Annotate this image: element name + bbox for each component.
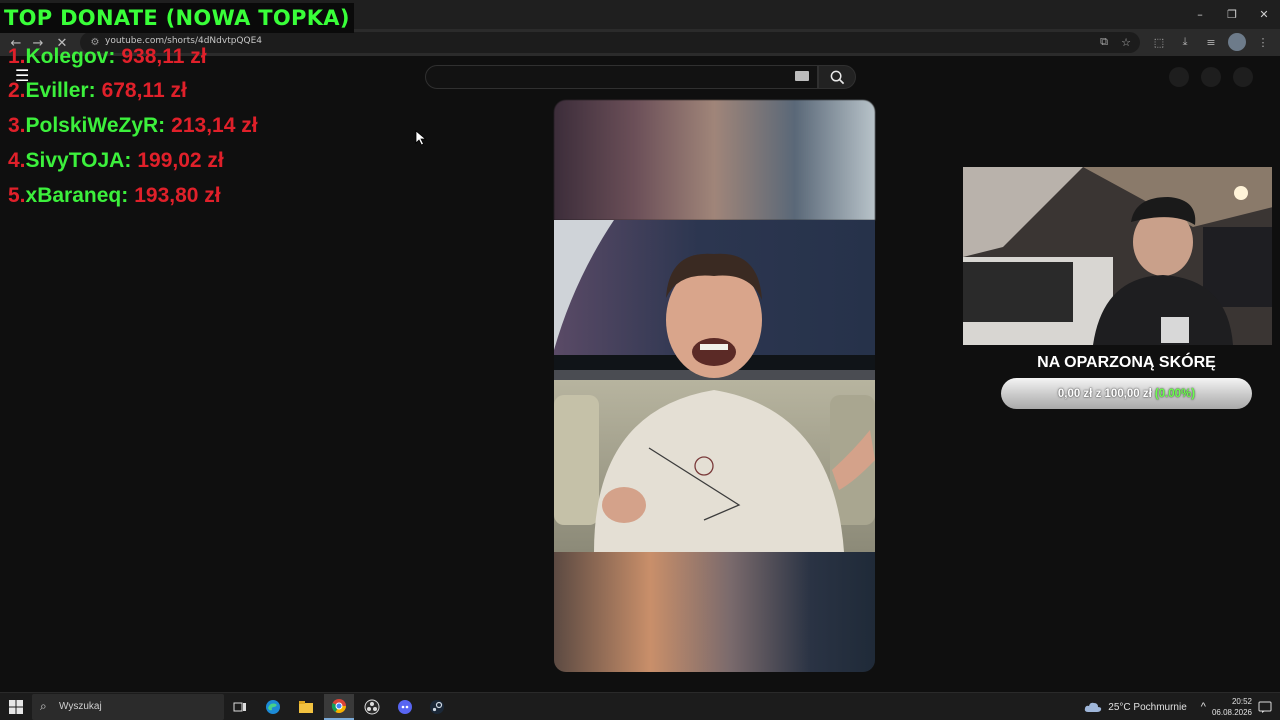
- next-short-thumbnail[interactable]: [554, 552, 875, 672]
- cloud-weather-icon[interactable]: [1084, 701, 1102, 713]
- menu-kebab-icon[interactable]: ⋮: [1254, 33, 1272, 51]
- file-explorer-icon[interactable]: [291, 694, 321, 720]
- omnibox-actions: ⧉ ☆: [1096, 34, 1134, 50]
- search-button[interactable]: [818, 65, 856, 89]
- donor-name: Eviller: [25, 79, 89, 102]
- bookmark-star-icon[interactable]: ☆: [1118, 34, 1134, 50]
- search-icon: ⌕: [40, 699, 47, 713]
- top-donate-title: TOP DONATE (NOWA TOPKA): [0, 3, 354, 33]
- donor-amount: 213,14 zł: [171, 114, 258, 137]
- donor-amount: 199,02 zł: [137, 149, 224, 172]
- donor-separator: :: [108, 45, 116, 68]
- donor-name: PolskiWeZyR: [25, 114, 159, 137]
- donor-rank: 2.: [8, 79, 26, 102]
- install-app-icon[interactable]: ⧉: [1096, 34, 1112, 50]
- system-tray: 25°C Pochmurnie ^ 20:52 06.08.2026: [1084, 693, 1272, 720]
- page-scrollbar[interactable]: [1272, 56, 1280, 692]
- progress-text: 0,00 zł z 100,00 zł: [1057, 387, 1152, 400]
- donor-name: xBaraneq: [25, 184, 122, 207]
- taskbar-search-box[interactable]: ⌕ Wyszukaj: [32, 694, 224, 720]
- address-bar[interactable]: ⚙ youtube.com/shorts/4dNdvtpQQE4 ⧉ ☆: [80, 32, 1140, 53]
- discord-icon[interactable]: [390, 694, 420, 720]
- search-input[interactable]: [425, 65, 818, 89]
- toolbar-actions: ⬚ ⤓ ≡ ⋮: [1150, 33, 1272, 51]
- task-view-icon[interactable]: [225, 694, 255, 720]
- taskbar-search-placeholder: Wyszukaj: [59, 701, 102, 712]
- donor-name: Kolegov: [25, 45, 109, 68]
- clock-time: 20:52: [1231, 697, 1252, 706]
- donor-separator: :: [88, 79, 96, 102]
- current-short-video[interactable]: [554, 220, 875, 552]
- media-controls-icon[interactable]: ≡: [1202, 33, 1220, 51]
- webcam-illustration: [963, 167, 1273, 345]
- donation-goal-title: NA OPARZONĄ SKÓRĘ: [1037, 354, 1216, 371]
- weather-text[interactable]: 25°C Pochmurnie: [1108, 702, 1186, 713]
- previous-short-thumbnail[interactable]: [554, 100, 875, 220]
- account-avatar[interactable]: [1233, 67, 1253, 87]
- donor-separator: :: [158, 114, 166, 137]
- screen: – ❐ ✕ ← → ✕ ⚙ youtube.com/shorts/4dNdvtp…: [0, 0, 1280, 720]
- donor-amount: 938,11 zł: [121, 45, 207, 68]
- window-controls: – ❐ ✕: [1184, 0, 1280, 29]
- donation-goal-progress-bar: 0,00 zł z 100,00 zł (0.00%): [1001, 378, 1252, 409]
- chevron-up-icon[interactable]: ^: [1201, 701, 1206, 713]
- donor-amount: 193,80 zł: [134, 184, 221, 207]
- donor-separator: :: [121, 184, 129, 207]
- close-button[interactable]: ✕: [1248, 0, 1280, 29]
- extensions-icon[interactable]: ⬚: [1150, 33, 1168, 51]
- steam-icon[interactable]: [422, 694, 452, 720]
- notifications-center-icon[interactable]: [1258, 701, 1272, 714]
- donor-row: 1.Kolegov: 938,11 zł: [8, 42, 207, 72]
- notifications-icon[interactable]: [1201, 67, 1221, 87]
- donor-amount: 678,11 zł: [101, 79, 187, 102]
- restore-button[interactable]: ❐: [1216, 0, 1248, 29]
- donor-rank: 3.: [8, 114, 26, 137]
- windows-start-icon[interactable]: [8, 699, 24, 715]
- donor-name: SivyTOJA: [25, 149, 125, 172]
- obs-studio-icon[interactable]: [357, 694, 387, 720]
- taskbar: ⌕ Wyszukaj 25°C Pochmurnie ^ 20:52 06.08…: [0, 692, 1280, 720]
- donor-row: 2.Eviller: 678,11 zł: [8, 76, 187, 106]
- donor-rank: 4.: [8, 149, 26, 172]
- minimize-button[interactable]: –: [1184, 0, 1216, 29]
- donor-row: 3.PolskiWeZyR: 213,14 zł: [8, 111, 258, 141]
- clock[interactable]: 20:52 06.08.2026: [1212, 696, 1252, 718]
- download-icon[interactable]: ⤓: [1176, 33, 1194, 51]
- donor-separator: :: [124, 149, 132, 172]
- mouse-cursor-icon: [415, 130, 427, 146]
- edge-browser-icon[interactable]: [258, 694, 288, 720]
- donor-rank: 5.: [8, 184, 26, 207]
- chrome-browser-icon[interactable]: [324, 694, 354, 720]
- profile-avatar-icon[interactable]: [1228, 33, 1246, 51]
- donor-row: 4.SivyTOJA: 199,02 zł: [8, 146, 224, 176]
- webcam-feed: [963, 167, 1273, 345]
- progress-percent: (0.00%): [1154, 387, 1196, 400]
- keyboard-icon[interactable]: [795, 71, 809, 81]
- video-frame-illustration: [554, 220, 875, 552]
- donor-row: 5.xBaraneq: 193,80 zł: [8, 181, 221, 211]
- clock-date: 06.08.2026: [1211, 708, 1252, 717]
- create-icon[interactable]: [1169, 67, 1189, 87]
- search-icon: [830, 70, 844, 84]
- donor-rank: 1.: [8, 45, 26, 68]
